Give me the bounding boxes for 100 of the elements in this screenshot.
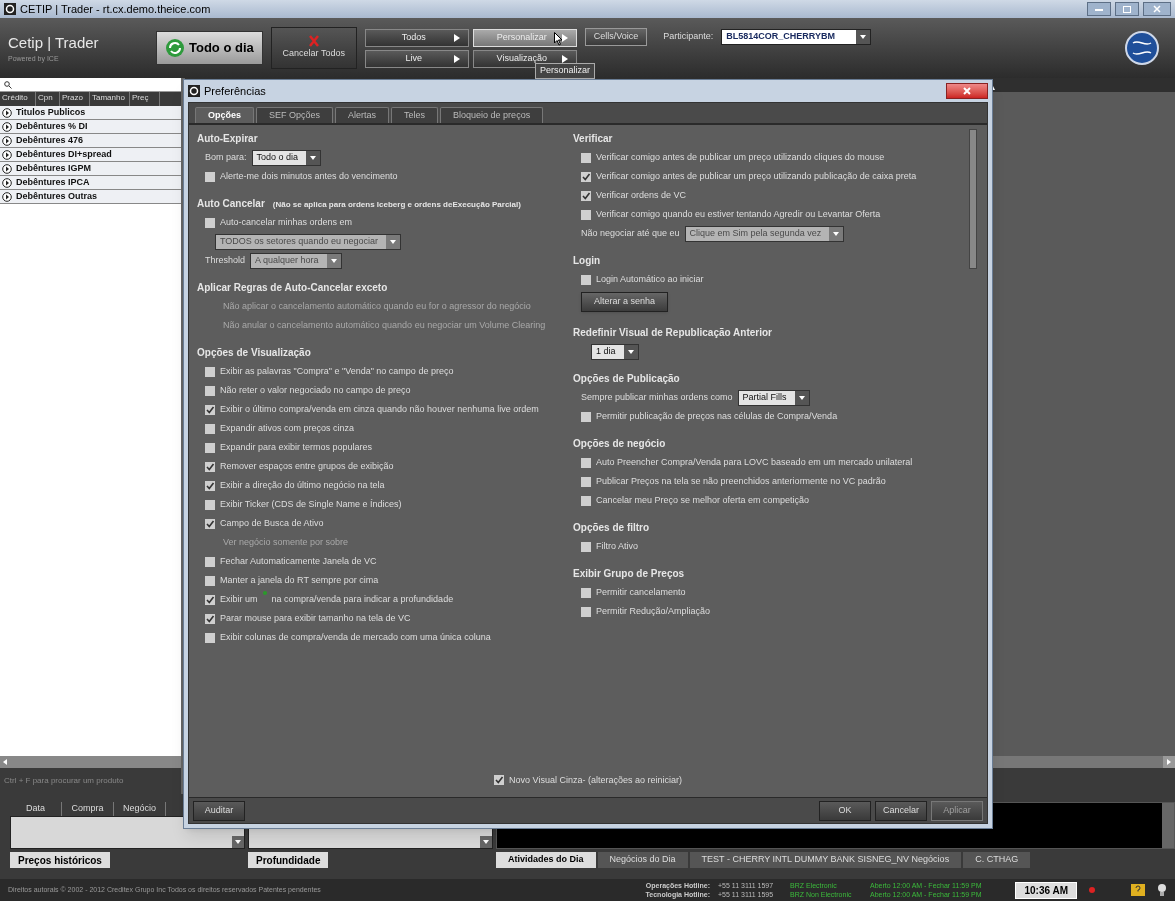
checkbox[interactable] [205,385,215,396]
help-icon[interactable] [1131,884,1145,896]
checkbox[interactable] [581,541,591,552]
tab[interactable]: C. CTHAG [963,852,1031,868]
checkbox[interactable] [581,274,591,285]
checkbox[interactable] [581,476,591,487]
checkbox[interactable] [205,461,215,472]
checkbox-label: Fechar Automaticamente Janela de VC [220,554,377,568]
checkbox[interactable] [205,366,215,377]
refresh-icon [165,38,185,58]
section-heading: Opções de negócio [573,437,666,451]
checkbox[interactable] [581,457,591,468]
participant-dropdown[interactable]: BL5814COR_CHERRYBM [721,29,872,45]
expand-icon [2,121,12,132]
participant-label: Participante: [663,30,714,44]
panel-tab[interactable]: Preços históricos [10,852,110,868]
dropdown[interactable]: Partial Fills [737,389,810,406]
checkbox[interactable] [581,209,591,220]
arrow-right-icon [453,33,460,42]
tab[interactable]: Negócios do Dia [597,852,688,868]
checkbox-label: Cancelar meu Preço se melhor oferta em competição [596,493,810,507]
checkbox[interactable] [581,495,591,506]
dialog-button[interactable]: OK [819,800,871,821]
checkbox-label: Exibir um [220,592,258,606]
product-group-row[interactable]: Debêntures Outras [0,190,181,204]
checkbox-label: Filtro Ativo [596,539,638,553]
product-group-row[interactable]: Debêntures DI+spread [0,148,181,162]
close-button[interactable] [946,83,988,99]
checkbox[interactable] [205,632,215,643]
app-icon [188,85,200,97]
tab[interactable]: Teles [391,107,439,123]
horizontal-scrollbar[interactable] [0,756,181,768]
dialog-title: Preferências [204,83,266,99]
scrollbar[interactable] [969,129,977,269]
tab[interactable]: SEF Opções [256,107,334,123]
checkbox[interactable] [581,171,591,182]
checkbox[interactable] [205,480,215,491]
scroll-down-icon[interactable] [480,836,492,848]
tooltip: Personalizar [535,63,596,79]
checkbox[interactable] [581,606,591,617]
scroll-down-icon[interactable] [232,836,244,848]
tab[interactable]: Atividades do Dia [496,852,596,868]
checkbox[interactable] [205,613,215,624]
expand-icon [2,149,12,160]
checkbox-label: Login Automático ao iniciar [596,272,704,286]
arrow-right-icon [561,54,568,63]
globe-icon[interactable] [1125,31,1159,65]
panel-tab[interactable]: Profundidade [248,852,329,868]
checkbox[interactable] [205,171,215,182]
tab[interactable]: TEST - CHERRY INTL DUMMY BANK SISNEG_NV Negócios [689,852,962,868]
checkbox[interactable] [581,411,591,422]
checkbox[interactable] [581,587,591,598]
checkbox-label: Permitir cancelamento [596,585,686,599]
change-password-button[interactable]: Alterar a senha [581,292,669,312]
checkbox[interactable] [205,556,215,567]
dot-icon [262,591,267,595]
expand-icon [2,177,12,188]
tab[interactable]: Bloqueio de preços [440,107,544,123]
menu-button[interactable]: Live [364,49,469,68]
checkbox[interactable] [581,152,591,163]
search-field[interactable] [0,78,181,92]
product-group-row[interactable]: Debêntures 476 [0,134,181,148]
product-group-row[interactable]: Debêntures % DI [0,120,181,134]
checkbox-label: Alerte-me dois minutos antes do vencimento [220,169,398,183]
checkbox[interactable] [581,190,591,201]
tab[interactable]: Opções [195,107,254,123]
cancel-all-button[interactable]: Cancelar Todos [270,27,357,69]
close-button[interactable] [1143,2,1171,16]
section-heading: Opções de Visualização [197,346,311,360]
checkbox-label: Auto Preencher Compra/Venda para LOVC baseado em um mercado unilateral [596,455,913,469]
dialog-button[interactable]: Auditar [193,800,245,821]
section-heading: Auto Cancelar [197,197,265,211]
checkbox-label: Exibir as palavras "Compra" e "Venda" no campo de preço [220,364,454,378]
checkbox[interactable] [205,594,215,605]
dropdown[interactable]: 1 dia [591,343,639,360]
product-group-row[interactable]: Debêntures IPCA [0,176,181,190]
field-label: Bom para: [205,150,247,164]
checkbox[interactable] [205,217,215,228]
dropdown[interactable]: Todo o dia [251,149,322,166]
checkbox[interactable] [494,775,505,786]
tab[interactable]: Alertas [335,107,390,123]
checkbox[interactable] [205,518,215,529]
expand-icon [2,191,12,202]
section-heading: Opções de Publicação [573,372,680,386]
disabled-option-label: Ver negócio somente por sobre [223,535,349,549]
maximize-button[interactable] [1115,2,1139,16]
checkbox[interactable] [205,442,215,453]
cells-voice-button[interactable]: Cells/Voice [584,28,648,46]
product-group-row[interactable]: Debêntures IGPM [0,162,181,176]
checkbox[interactable] [205,499,215,510]
dialog-button[interactable]: Cancelar [875,800,927,821]
period-button[interactable]: Todo o dia [156,31,263,65]
checkbox[interactable] [205,404,215,415]
product-group-row[interactable]: Titulos Publicos [0,106,181,120]
minimize-button[interactable] [1087,2,1111,16]
menu-button[interactable]: Todos [364,28,469,47]
checkbox[interactable] [205,575,215,586]
checkbox-label: Verificar comigo quando eu estiver tentando Agredir ou Levantar Oferta [596,207,881,221]
checkbox[interactable] [205,423,215,434]
scroll-right-icon[interactable] [1163,756,1175,768]
